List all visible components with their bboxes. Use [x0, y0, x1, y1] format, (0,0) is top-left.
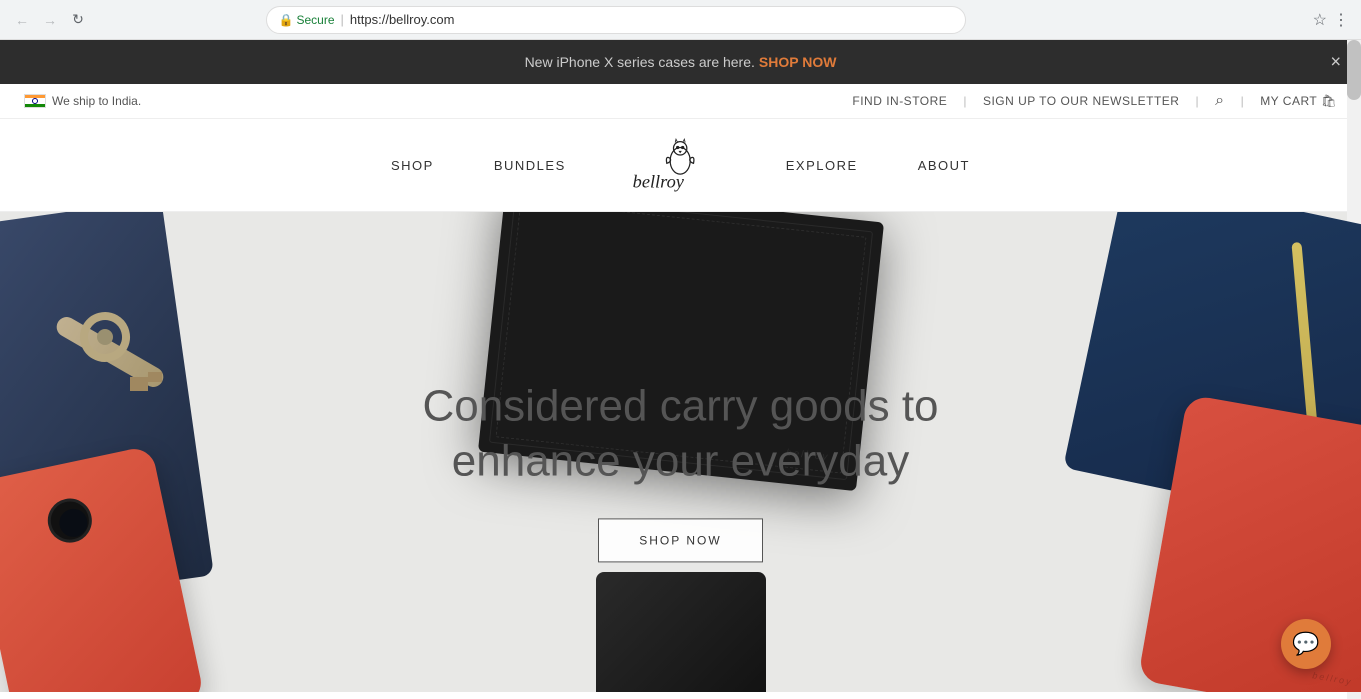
nav-bundles[interactable]: BUNDLES: [494, 158, 566, 173]
flag-green-stripe: [25, 104, 45, 107]
chat-button[interactable]: 💬: [1281, 619, 1331, 669]
hero-headline: Considered carry goods to enhance your e…: [391, 378, 971, 488]
secure-label: Secure: [297, 13, 335, 27]
newsletter-link[interactable]: SIGN UP TO OUR NEWSLETTER: [983, 94, 1180, 108]
main-navigation: SHOP BUNDLES: [0, 119, 1361, 212]
secure-badge: 🔒 Secure: [279, 13, 335, 27]
nav-about[interactable]: ABOUT: [918, 158, 970, 173]
cart-label: MY CART: [1260, 94, 1317, 108]
reload-button[interactable]: ↻: [68, 10, 88, 30]
bookmark-icon[interactable]: ☆: [1313, 10, 1327, 30]
utility-right: FIND IN-STORE | SIGN UP TO OUR NEWSLETTE…: [852, 92, 1337, 110]
hero-shop-now-button[interactable]: SHOP NOW: [598, 518, 762, 562]
address-bar[interactable]: 🔒 Secure | https://bellroy.com: [266, 6, 966, 34]
browser-chrome: ← → ↻ 🔒 Secure | https://bellroy.com ☆ ⋮: [0, 0, 1361, 40]
phone-case-brand: bellroy: [1312, 670, 1354, 687]
svg-text:bellroy: bellroy: [632, 172, 684, 192]
camera-ring: [44, 495, 96, 547]
bottom-product: [596, 572, 766, 692]
hero-section: bellroy bellroy Considered carry goods t…: [0, 212, 1361, 692]
scrollbar-thumb[interactable]: [1347, 40, 1361, 100]
chat-icon: 💬: [1292, 631, 1319, 657]
announcement-cta[interactable]: SHOP NOW: [759, 54, 837, 70]
nav-shop[interactable]: SHOP: [391, 158, 434, 173]
nav-items: SHOP BUNDLES: [60, 135, 1301, 195]
separator-3: |: [1241, 94, 1245, 108]
bellroy-logo-svg: bellroy: [626, 135, 726, 195]
ship-text: We ship to India.: [52, 94, 141, 108]
back-button[interactable]: ←: [12, 10, 32, 30]
close-announcement-button[interactable]: ×: [1330, 52, 1341, 73]
india-flag-icon: [24, 94, 46, 108]
nav-explore[interactable]: EXPLORE: [786, 158, 858, 173]
announcement-bar: New iPhone X series cases are here. SHOP…: [0, 40, 1361, 84]
nav-logo[interactable]: bellroy: [626, 135, 726, 195]
find-store-link[interactable]: FIND IN-STORE: [852, 94, 947, 108]
cart-icon: 🛍: [1321, 94, 1337, 108]
hero-content: Considered carry goods to enhance your e…: [391, 378, 971, 562]
search-icon[interactable]: ⌕: [1215, 92, 1224, 110]
menu-icon[interactable]: ⋮: [1333, 10, 1349, 30]
key-tooth1: [130, 377, 148, 391]
browser-actions: ☆ ⋮: [1313, 10, 1349, 30]
utility-bar: We ship to India. FIND IN-STORE | SIGN U…: [0, 84, 1361, 119]
forward-button[interactable]: →: [40, 10, 60, 30]
announcement-text: New iPhone X series cases are here.: [525, 54, 755, 70]
url-text: https://bellroy.com: [350, 12, 455, 27]
camera-lens: [57, 506, 90, 539]
ship-info: We ship to India.: [24, 94, 141, 108]
separator-1: |: [963, 94, 967, 108]
cart-button[interactable]: MY CART 🛍: [1260, 94, 1337, 108]
separator-2: |: [1195, 94, 1199, 108]
key-hole: [97, 329, 113, 345]
key-tooth2: [148, 372, 162, 382]
